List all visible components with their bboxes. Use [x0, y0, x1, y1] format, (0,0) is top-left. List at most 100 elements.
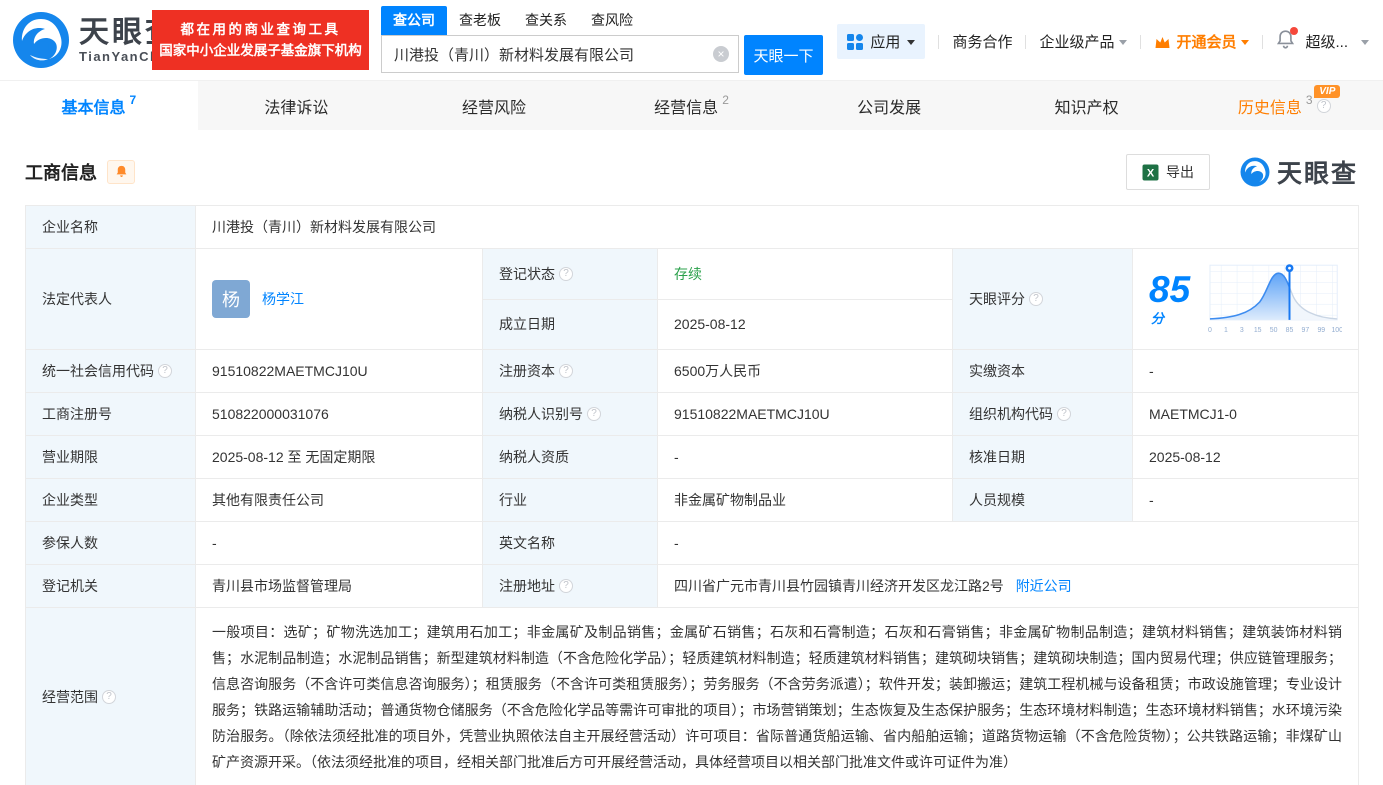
export-label: 导出: [1165, 164, 1194, 180]
svg-text:X: X: [1147, 167, 1155, 179]
reg-capital-label-cell: 注册资本: [482, 349, 658, 393]
export-button[interactable]: X 导出: [1125, 154, 1210, 190]
help-icon[interactable]: [587, 407, 601, 421]
tab-history-info[interactable]: VIP 历史信息 3: [1185, 81, 1383, 130]
score-distribution-chart: 0 1 3 15 50 85 97 99 100: [1208, 264, 1342, 334]
business-scope-label: 经营范围: [42, 689, 98, 705]
nav-apps-label: 应用: [870, 34, 901, 51]
tab-legal-litigation[interactable]: 法律诉讼: [198, 81, 396, 130]
search-input[interactable]: [381, 35, 739, 73]
reg-capital-label: 注册资本: [499, 363, 555, 379]
business-term-label: 营业期限: [25, 435, 196, 479]
tab-label: 经营风险: [461, 99, 526, 117]
search-button[interactable]: 天眼一下: [744, 35, 823, 75]
nav-open-membership[interactable]: 开通会员: [1154, 31, 1250, 52]
username: 超级...: [1305, 34, 1348, 51]
business-scope-value: 一般项目：选矿；矿物洗选加工；建筑用石加工；非金属矿及制品销售；金属矿石销售；石…: [194, 607, 1360, 785]
tyc-score-label: 天眼评分: [969, 291, 1025, 307]
table-row: 企业类型 其他有限责任公司 行业 非金属矿物制品业 人员规模 -: [25, 478, 1360, 522]
paid-capital-label: 实缴资本: [952, 349, 1133, 393]
search-tab-relation[interactable]: 查关系: [513, 6, 579, 35]
tab-operating-risk[interactable]: 经营风险: [395, 81, 593, 130]
business-scope-label-cell: 经营范围: [25, 607, 196, 785]
nearby-companies-link[interactable]: 附近公司: [1016, 578, 1072, 594]
crown-icon: [1155, 36, 1170, 48]
help-icon[interactable]: [1029, 292, 1043, 306]
org-code-value: MAETMCJ1-0: [1131, 392, 1360, 436]
legal-rep-avatar[interactable]: 杨: [212, 280, 250, 318]
excel-icon: X: [1142, 164, 1159, 180]
reg-status-label: 登记状态: [499, 265, 555, 282]
nav-separator: [1262, 34, 1264, 49]
table-row: 工商注册号 510822000031076 纳税人识别号 91510822MAE…: [25, 392, 1360, 436]
svg-text:100: 100: [1331, 327, 1342, 334]
tab-intellectual-property[interactable]: 知识产权: [988, 81, 1186, 130]
notification-bell[interactable]: [1276, 26, 1299, 54]
industry-value: 非金属矿物制品业: [657, 478, 953, 522]
apps-grid-icon: [847, 33, 864, 50]
org-code-label: 组织机构代码: [969, 406, 1053, 422]
chevron-down-icon[interactable]: [1361, 40, 1369, 45]
svg-text:99: 99: [1317, 327, 1325, 334]
score-unit: 分: [1151, 311, 1165, 326]
tab-business-info[interactable]: 经营信息 2: [593, 81, 791, 130]
nav-apps[interactable]: 应用: [837, 24, 926, 59]
taxpayer-quality-label: 纳税人资质: [482, 435, 658, 479]
legal-rep-label: 法定代表人: [25, 248, 196, 350]
tab-company-development[interactable]: 公司发展: [790, 81, 988, 130]
reg-status-value: 存续: [657, 248, 953, 300]
brand-slogan-banner: 都在用的商业查询工具 国家中小企业发展子基金旗下机构: [152, 10, 369, 70]
tab-label: 公司发展: [857, 99, 922, 117]
nav-separator: [1140, 34, 1142, 49]
help-icon[interactable]: [1316, 98, 1331, 113]
search-area: 查公司 查老板 查关系 查风险 天眼一下: [381, 6, 823, 75]
nav-user-menu[interactable]: 超级...: [1305, 31, 1348, 52]
tyc-score-cell: 85分 0 1 3 15 50 85 97 99 100: [1131, 248, 1360, 350]
subscribe-bell-button[interactable]: [107, 160, 135, 184]
section-header: 工商信息 X 导出 天眼查: [25, 154, 1358, 190]
legal-rep-link[interactable]: 杨学江: [262, 289, 304, 309]
section-title: 工商信息: [25, 163, 97, 183]
approve-date-value: 2025-08-12: [1131, 435, 1360, 479]
search-tab-boss[interactable]: 查老板: [447, 6, 513, 35]
tab-label: 法律诉讼: [264, 99, 329, 117]
org-code-label-cell: 组织机构代码: [952, 392, 1133, 436]
credit-code-label: 统一社会信用代码: [42, 363, 154, 379]
legal-rep-cell: 杨 杨学江: [195, 248, 483, 350]
establish-date-value: 2025-08-12: [657, 298, 953, 350]
taxpayer-no-label-cell: 纳税人识别号: [482, 392, 658, 436]
reg-no-label: 工商注册号: [25, 392, 196, 436]
tab-label: 基本信息: [61, 99, 126, 117]
help-icon[interactable]: [1057, 407, 1071, 421]
tianyancha-logo-icon: [1240, 157, 1270, 187]
address-value: 四川省广元市青川县竹园镇青川经济开发区龙江路2号: [674, 578, 1004, 594]
nav-enterprise-products[interactable]: 企业级产品: [1039, 31, 1128, 52]
help-icon[interactable]: [559, 266, 573, 281]
taxpayer-quality-value: -: [657, 435, 953, 479]
page-tabbar: 基本信息 7 法律诉讼 经营风险 经营信息 2 公司发展 知识产权 VIP 历史…: [0, 80, 1383, 130]
company-name-value: 川港投（青川）新材料发展有限公司: [194, 205, 1360, 249]
tyc-score-label-cell: 天眼评分: [952, 248, 1133, 350]
tab-basic-info[interactable]: 基本信息 7: [0, 81, 198, 130]
company-type-value: 其他有限责任公司: [195, 478, 483, 522]
nav-separator: [938, 34, 940, 49]
help-icon[interactable]: [559, 579, 573, 593]
help-icon[interactable]: [158, 364, 172, 378]
search-tab-risk[interactable]: 查风险: [579, 6, 645, 35]
credit-code-value: 91510822MAETMCJ10U: [195, 349, 483, 393]
clear-search-icon[interactable]: [713, 46, 729, 62]
nav-coop-label: 商务合作: [952, 34, 1013, 51]
tab-label: 经营信息: [654, 99, 719, 117]
tab-count: 7: [129, 92, 137, 107]
nav-business-cooperation[interactable]: 商务合作: [952, 31, 1012, 52]
industry-label: 行业: [482, 478, 658, 522]
tab-label: 历史信息: [1237, 99, 1302, 117]
search-tab-company[interactable]: 查公司: [381, 6, 447, 35]
establish-date-label: 成立日期: [482, 298, 658, 350]
help-icon[interactable]: [559, 364, 573, 378]
chevron-down-icon: [1241, 40, 1250, 45]
help-icon[interactable]: [102, 690, 116, 704]
reg-authority-value: 青川县市场监督管理局: [195, 564, 483, 608]
table-row: 法定代表人 杨 杨学江 登记状态 存续 天眼评分 85分: [25, 248, 1360, 350]
svg-text:15: 15: [1254, 327, 1262, 334]
